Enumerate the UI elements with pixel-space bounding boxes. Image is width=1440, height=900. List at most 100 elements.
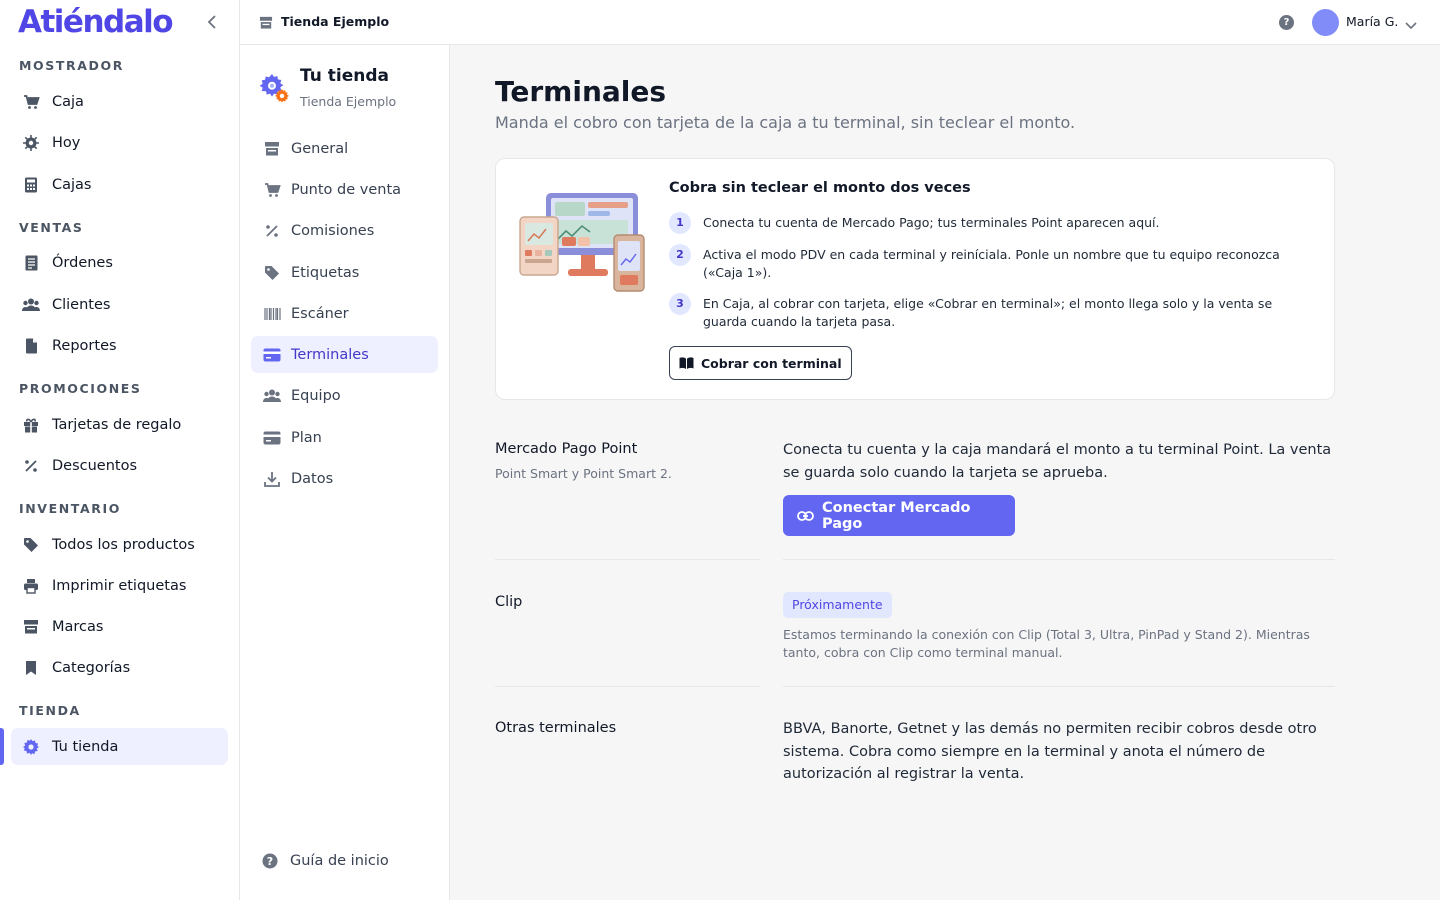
settings-item-label: Datos [291,470,334,487]
sidebar-item-cajas[interactable]: Cajas [11,166,228,203]
row-divider [495,559,760,560]
settings-item-label: General [291,140,349,157]
section-title-mostrador: MOSTRADOR [19,58,124,73]
settings-item-label: Equipo [291,387,341,404]
settings-item-datos[interactable]: Datos [251,460,438,497]
step-number: 2 [669,244,691,266]
row-divider [783,559,1335,560]
settings-item-punto-de-venta[interactable]: Punto de venta [251,171,438,208]
store-icon [263,140,281,158]
sidebar-item-label: Hoy [52,134,81,151]
sidebar-item-label: Órdenes [52,254,113,271]
instructions-card: Cobra sin teclear el monto dos veces 1 C… [495,158,1335,400]
sidebar-item-categorias[interactable]: Categorías [11,649,228,686]
mercado-pago-text: Conecta tu cuenta y la caja mandará el m… [783,442,1332,481]
percent-icon [22,457,40,475]
guia-de-inicio-link[interactable]: ? Guía de inicio [262,853,389,869]
top-bar: Tienda Ejemplo ? María G. [240,0,1440,45]
settings-item-terminales[interactable]: Terminales [251,336,438,373]
sidebar-item-descuentos[interactable]: Descuentos [11,447,228,484]
settings-item-equipo[interactable]: Equipo [251,377,438,414]
sidebar-item-label: Caja [52,93,84,110]
chevron-down-icon[interactable] [1405,15,1417,34]
sun-icon [22,134,40,152]
main-content: Terminales Manda el cobro con tarjeta de… [450,45,1440,900]
gift-icon [22,416,40,434]
store-icon [259,14,273,33]
active-indicator [0,728,4,765]
store-icon [22,618,40,636]
terminal-illustration [518,191,648,301]
step-text: Conecta tu cuenta de Mercado Pago; tus t… [703,215,1160,230]
sidebar-item-tarjetas-de-regalo[interactable]: Tarjetas de regalo [11,406,228,443]
gear-icon [22,738,40,756]
section-title-ventas: VENTAS [19,220,84,235]
credit-card-icon [263,429,281,447]
conectar-mercado-pago-button[interactable]: Conectar Mercado Pago [783,495,1015,536]
sidebar-item-ordenes[interactable]: Órdenes [11,244,228,281]
sidebar-item-imprimir-etiquetas[interactable]: Imprimir etiquetas [11,567,228,604]
settings-item-label: Punto de venta [291,181,402,198]
sidebar-item-todos-los-productos[interactable]: Todos los productos [11,526,228,563]
book-icon [679,357,694,369]
store-name[interactable]: Tienda Ejemplo [281,14,389,29]
cart-icon [263,181,281,199]
cobrar-con-terminal-label: Cobrar con terminal [701,355,842,371]
settings-item-label: Plan [291,429,322,446]
sidebar-item-label: Categorías [52,659,131,676]
settings-subtitle: Tienda Ejemplo [300,94,397,109]
settings-item-etiquetas[interactable]: Etiquetas [251,254,438,291]
guia-de-inicio-label: Guía de inicio [290,853,389,869]
chevron-left-icon [207,15,216,29]
sidebar-item-marcas[interactable]: Marcas [11,608,228,645]
otras-terminales-text: BBVA, Banorte, Getnet y las demás no per… [783,721,1317,782]
settings-item-label: Terminales [291,346,369,363]
help-icon[interactable]: ? [1279,15,1294,30]
sidebar-item-caja[interactable]: Caja [11,83,228,120]
sidebar-item-clientes[interactable]: Clientes [11,286,228,323]
step-number: 1 [669,212,691,234]
section-title-inventario: INVENTARIO [19,501,121,516]
sidebar-item-reportes[interactable]: Reportes [11,327,228,364]
step-item: 1 Conecta tu cuenta de Mercado Pago; tus… [669,212,1319,234]
settings-item-label: Comisiones [291,222,375,239]
otras-terminales-label: Otras terminales [495,720,617,736]
gears-icon [259,72,289,103]
sidebar-item-label: Reportes [52,337,117,354]
users-icon [263,387,281,405]
sidebar-item-label: Marcas [52,618,104,635]
sidebar-item-label: Tarjetas de regalo [52,416,182,433]
cobrar-con-terminal-button[interactable]: Cobrar con terminal [669,346,852,380]
settings-item-general[interactable]: General [251,130,438,167]
users-icon [22,296,40,314]
download-icon [263,470,281,488]
step-item: 2 Activa el modo PDV en cada terminal y … [669,244,1319,282]
page-title: Terminales [495,75,667,108]
mercado-pago-label: Mercado Pago Point [495,441,638,457]
settings-item-plan[interactable]: Plan [251,419,438,456]
sidebar-item-label: Clientes [52,296,111,313]
document-icon [22,337,40,355]
card-title: Cobra sin teclear el monto dos veces [669,180,971,196]
barcode-icon [263,305,281,323]
section-title-tienda: TIENDA [19,703,81,718]
brand-logo[interactable]: Atiéndalo [18,4,174,40]
sidebar-item-label: Descuentos [52,457,138,474]
sidebar-item-tu-tienda[interactable]: Tu tienda [11,728,228,765]
settings-sidebar: Tu tienda Tienda Ejemplo General Punto d… [240,45,450,900]
settings-item-comisiones[interactable]: Comisiones [251,212,438,249]
receipt-icon [22,254,40,272]
section-title-promociones: PROMOCIONES [19,381,142,396]
clip-label: Clip [495,594,523,610]
main-sidebar: Atiéndalo MOSTRADOR Caja Hoy Cajas VENTA… [0,0,240,900]
step-text: En Caja, al cobrar con tarjeta, elige «C… [703,296,1273,329]
settings-item-escaner[interactable]: Escáner [251,295,438,332]
status-badge: Próximamente [783,592,892,618]
credit-card-icon [263,346,281,364]
user-name[interactable]: María G. [1346,14,1398,29]
collapse-sidebar-button[interactable] [202,12,222,32]
step-item: 3 En Caja, al cobrar con tarjeta, elige … [669,293,1319,331]
sidebar-item-label: Tu tienda [52,738,119,755]
sidebar-item-hoy[interactable]: Hoy [11,124,228,161]
avatar[interactable] [1312,9,1339,36]
